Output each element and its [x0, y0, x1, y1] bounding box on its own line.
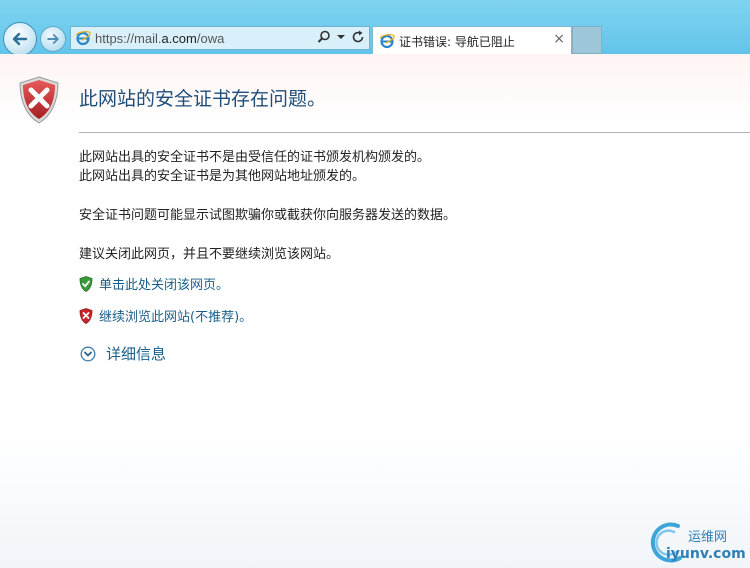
green-shield-check-icon — [79, 275, 93, 292]
continue-link[interactable]: 继续浏览此网站(不推荐)。 — [99, 306, 252, 325]
chevron-down-circle-icon — [80, 346, 96, 361]
tab-certificate-error[interactable]: 证书错误: 导航已阻止 × — [372, 26, 572, 54]
forward-button[interactable] — [40, 26, 66, 52]
address-bar[interactable]: https://mail.a.com/owa — [70, 26, 370, 50]
tab-title: 证书错误: 导航已阻止 — [399, 35, 515, 49]
red-shield-x-icon — [19, 76, 59, 124]
certificate-error-page: 此网站的安全证书存在问题。 此网站出具的安全证书不是由受信任的证书颁发机构颁发的… — [0, 54, 750, 568]
watermark-domain: iyunv.com — [666, 546, 746, 562]
new-tab-button[interactable] — [572, 26, 602, 54]
arrow-left-icon — [12, 32, 28, 46]
url-path: /owa — [196, 31, 225, 46]
ie-logo-icon — [75, 31, 91, 46]
reason-mismatch: 此网站出具的安全证书是为其他网站地址颁发的。 — [79, 169, 366, 184]
address-tools — [317, 30, 365, 44]
watermark-name: 运维网 — [688, 530, 728, 545]
more-information-toggle[interactable]: 详细信息 — [80, 343, 166, 364]
divider — [79, 132, 750, 133]
close-page-link[interactable]: 单击此处关闭该网页。 — [99, 274, 229, 293]
recommendation-text: 建议关闭此网页，并且不要继续浏览该网站。 — [79, 247, 340, 262]
search-icon[interactable] — [317, 30, 331, 44]
continue-link-row[interactable]: 继续浏览此网站(不推荐)。 — [79, 306, 252, 325]
reason-untrusted: 此网站出具的安全证书不是由受信任的证书颁发机构颁发的。 — [79, 150, 431, 165]
more-information-label[interactable]: 详细信息 — [106, 343, 166, 364]
browser-toolbar: https://mail.a.com/owa 证书错误: 导航已阻止 × — [0, 0, 750, 56]
site-watermark: 运维网 iyunv.com — [646, 520, 750, 568]
url-text[interactable]: https://mail.a.com/owa — [95, 31, 224, 46]
close-page-link-row[interactable]: 单击此处关闭该网页。 — [79, 274, 229, 293]
warning-text: 安全证书问题可能显示试图欺骗你或截获你向服务器发送的数据。 — [79, 208, 457, 223]
page-title: 此网站的安全证书存在问题。 — [79, 88, 327, 110]
arrow-right-icon — [47, 34, 59, 44]
url-scheme: https://mail. — [95, 31, 162, 46]
back-button[interactable] — [3, 22, 37, 56]
url-host: a.com — [161, 31, 197, 46]
dropdown-arrow-icon[interactable] — [337, 34, 345, 40]
close-tab-icon[interactable]: × — [553, 31, 565, 47]
red-shield-x-small-icon — [79, 307, 93, 324]
ie-logo-icon — [379, 34, 395, 49]
refresh-icon[interactable] — [351, 30, 365, 44]
